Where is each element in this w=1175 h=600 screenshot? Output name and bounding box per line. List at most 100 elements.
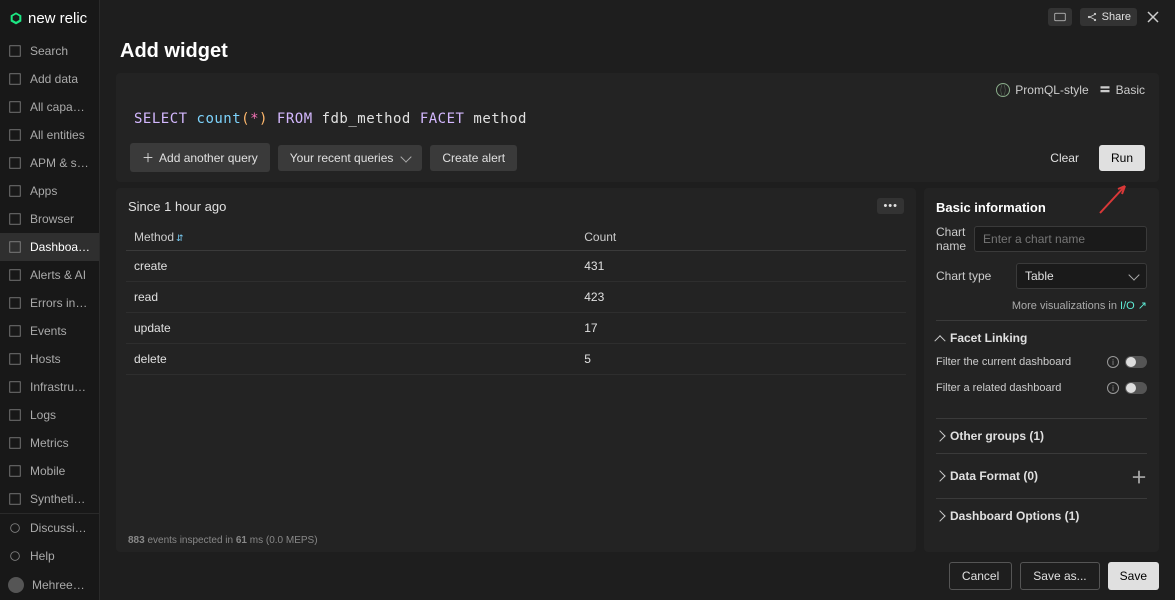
filter-related-toggle[interactable] — [1125, 382, 1147, 394]
page-title: Add widget — [100, 26, 1175, 73]
sidebar-item-errors-inbox[interactable]: Errors inbox — [0, 289, 99, 317]
chevron-down-icon — [1128, 269, 1139, 280]
sort-indicator-icon: ⇵ — [176, 233, 184, 243]
recent-queries-button[interactable]: Your recent queries — [278, 145, 423, 171]
sidebar-item-metrics[interactable]: Metrics — [0, 429, 99, 457]
metrics-icon — [8, 436, 22, 450]
query-editor[interactable]: SELECT count(*) FROM fdb_method FACET me… — [130, 101, 1145, 137]
col-method[interactable]: Method⇵ — [126, 224, 576, 251]
share-icon — [1086, 11, 1098, 23]
sidebar-item-synthetic-monitori[interactable]: Synthetic monitori — [0, 485, 99, 513]
sidebar-footer-mehreen-tahir[interactable]: Mehreen Tahir — [0, 570, 99, 600]
ident-col: method — [473, 111, 527, 127]
sidebar-footer-help[interactable]: Help — [0, 542, 99, 570]
info-icon[interactable]: i — [1107, 356, 1119, 368]
sidebar-item-alerts-ai[interactable]: Alerts & AI — [0, 261, 99, 289]
kw-facet: FACET — [420, 111, 465, 127]
hex-icon — [8, 184, 22, 198]
dashboard-icon — [8, 240, 22, 254]
cell-method: delete — [126, 344, 576, 375]
inbox-icon — [8, 296, 22, 310]
chart-type-label: Chart type — [936, 269, 1008, 283]
table-row[interactable]: update17 — [126, 313, 906, 344]
nav-label: Mehreen Tahir — [32, 578, 91, 592]
table-row[interactable]: read423 — [126, 282, 906, 313]
nav-label: All entities — [30, 128, 85, 142]
chevron-right-icon — [934, 510, 945, 521]
cell-count: 17 — [576, 313, 906, 344]
sidebar-item-infrastructure[interactable]: Infrastructure — [0, 373, 99, 401]
cell-method: read — [126, 282, 576, 313]
keyboard-shortcut-chip[interactable] — [1048, 8, 1072, 26]
nav-label: Events — [30, 324, 67, 338]
save-as-button[interactable]: Save as... — [1020, 562, 1099, 590]
add-query-button[interactable]: ＋ Add another query — [130, 143, 270, 172]
chat-icon — [8, 521, 22, 535]
cell-count: 431 — [576, 251, 906, 282]
sidebar-item-hosts[interactable]: Hosts — [0, 345, 99, 373]
table-row[interactable]: create431 — [126, 251, 906, 282]
brand-logo[interactable]: new relic — [0, 0, 99, 37]
sidebar-item-all-capabilities[interactable]: All capabilities — [0, 93, 99, 121]
keyboard-icon — [1054, 11, 1066, 23]
help-icon — [8, 549, 22, 563]
lparen: ( — [241, 111, 250, 127]
run-button[interactable]: Run — [1099, 145, 1145, 171]
col-count[interactable]: Count — [576, 224, 906, 251]
footer-actions: Cancel Save as... Save — [100, 552, 1175, 600]
chart-name-label: Chart name — [936, 225, 966, 253]
result-footer: 883 events inspected in 61 ms (0.0 MEPS) — [116, 529, 916, 552]
filter-current-toggle[interactable] — [1125, 356, 1147, 368]
external-link-icon: ↗ — [1135, 300, 1147, 312]
nav-label: Browser — [30, 212, 74, 226]
sidebar-item-logs[interactable]: Logs — [0, 401, 99, 429]
sidebar-item-dashboards[interactable]: Dashboards — [0, 233, 99, 261]
close-icon[interactable] — [1145, 9, 1161, 25]
clear-button[interactable]: Clear — [1038, 145, 1091, 171]
newrelic-icon — [8, 11, 24, 27]
share-button[interactable]: Share — [1080, 8, 1137, 26]
sidebar-item-mobile[interactable]: Mobile — [0, 457, 99, 485]
info-icon[interactable]: i — [1107, 382, 1119, 394]
table-row[interactable]: delete5 — [126, 344, 906, 375]
nav-main: SearchAdd dataAll capabilities All entiti… — [0, 37, 99, 513]
brand-text: new relic — [28, 10, 87, 27]
cancel-button[interactable]: Cancel — [949, 562, 1012, 590]
logs-icon — [8, 408, 22, 422]
nav-label: Hosts — [30, 352, 61, 366]
sidebar-item-browser[interactable]: Browser — [0, 205, 99, 233]
share-label: Share — [1102, 11, 1131, 23]
search-icon — [8, 44, 22, 58]
sidebar-item-all-entities[interactable]: All entities — [0, 121, 99, 149]
plus-icon: ＋ — [142, 149, 154, 166]
dashboard-options-header[interactable]: Dashboard Options (1) — [936, 509, 1147, 523]
globe-icon — [996, 83, 1010, 97]
promql-toggle[interactable]: PromQL-style — [996, 83, 1088, 97]
add-data-format-button[interactable]: ＋ — [1131, 464, 1147, 488]
data-format-header[interactable]: Data Format (0) ＋ — [936, 464, 1147, 488]
facet-linking-header[interactable]: Facet Linking — [936, 331, 1147, 345]
nav-label: Apps — [30, 184, 57, 198]
kw-select: SELECT — [134, 111, 188, 127]
other-groups-header[interactable]: Other groups (1) — [936, 429, 1147, 443]
basic-info-title: Basic information — [936, 200, 1147, 215]
sidebar-footer-discussions[interactable]: Discussions — [0, 514, 99, 542]
chart-type-select[interactable]: Table — [1016, 263, 1147, 289]
nav-footer: Discussions Help Mehreen Tahir — [0, 513, 99, 600]
nav-label: Help — [30, 549, 55, 563]
save-button[interactable]: Save — [1108, 562, 1159, 590]
nav-label: Logs — [30, 408, 56, 422]
create-alert-button[interactable]: Create alert — [430, 145, 517, 171]
more-viz-link[interactable]: More visualizations in I/O ↗ — [936, 299, 1147, 312]
sidebar-item-add-data[interactable]: Add data — [0, 65, 99, 93]
server-icon — [8, 352, 22, 366]
sidebar-item-apm-services[interactable]: APM & services — [0, 149, 99, 177]
sidebar-item-apps[interactable]: Apps — [0, 177, 99, 205]
cell-count: 5 — [576, 344, 906, 375]
result-menu-button[interactable]: ••• — [877, 198, 904, 214]
basic-toggle[interactable]: Basic — [1099, 83, 1145, 97]
sidebar-item-events[interactable]: Events — [0, 317, 99, 345]
chart-name-input[interactable] — [974, 226, 1147, 252]
rparen: ) — [259, 111, 268, 127]
sidebar-item-search[interactable]: Search — [0, 37, 99, 65]
